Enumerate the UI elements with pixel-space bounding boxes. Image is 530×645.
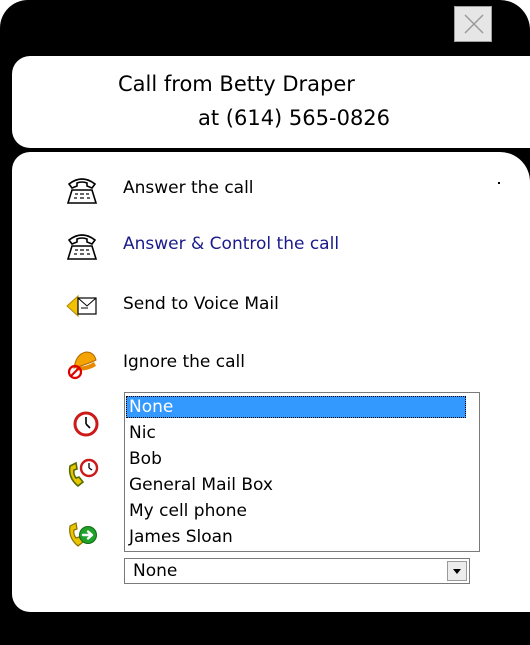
forward-call-icon xyxy=(69,522,97,547)
answer-control-label: Answer & Control the call xyxy=(123,234,340,254)
close-icon xyxy=(464,14,484,34)
forward-dropdown[interactable]: None xyxy=(124,558,470,584)
ignore-call-action[interactable]: Ignore the call xyxy=(12,346,432,382)
list-item[interactable]: My cell phone xyxy=(126,500,466,522)
decorative-dot xyxy=(498,182,500,184)
list-item[interactable]: James Sloan xyxy=(126,526,466,548)
list-item[interactable]: None xyxy=(126,396,466,418)
answer-call-label: Answer the call xyxy=(123,178,254,198)
caller-number: at (614) 565-0826 xyxy=(198,106,391,130)
phone-icon xyxy=(66,178,98,204)
voicemail-action[interactable]: Send to Voice Mail xyxy=(12,288,432,324)
caller-name: Call from Betty Draper xyxy=(118,72,355,96)
voicemail-icon xyxy=(66,294,97,318)
ignore-call-label: Ignore the call xyxy=(123,352,245,372)
voicemail-label: Send to Voice Mail xyxy=(123,294,279,314)
caller-info-panel: Call from Betty Draper at (614) 565-0826 xyxy=(12,56,530,148)
ignore-bell-icon xyxy=(67,351,97,380)
chevron-down-icon xyxy=(453,569,461,574)
list-item[interactable]: Nic xyxy=(126,422,466,444)
clock-icon xyxy=(73,411,99,437)
dropdown-arrow-button[interactable] xyxy=(447,561,467,581)
phone-icon xyxy=(66,234,98,260)
phone-clock-icon xyxy=(68,458,99,488)
call-actions-panel: Answer the call Answer & Control the cal… xyxy=(12,152,530,612)
answer-call-action[interactable]: Answer the call xyxy=(12,172,432,208)
list-item[interactable]: Bob xyxy=(126,448,466,470)
answer-control-action[interactable]: Answer & Control the call xyxy=(12,228,432,264)
dropdown-value: None xyxy=(133,561,178,581)
call-notification-window: Call from Betty Draper at (614) 565-0826… xyxy=(0,0,530,645)
list-item[interactable]: General Mail Box xyxy=(126,474,466,496)
forward-to-listbox[interactable]: None Nic Bob General Mail Box My cell ph… xyxy=(124,392,480,552)
close-button[interactable] xyxy=(454,6,492,42)
